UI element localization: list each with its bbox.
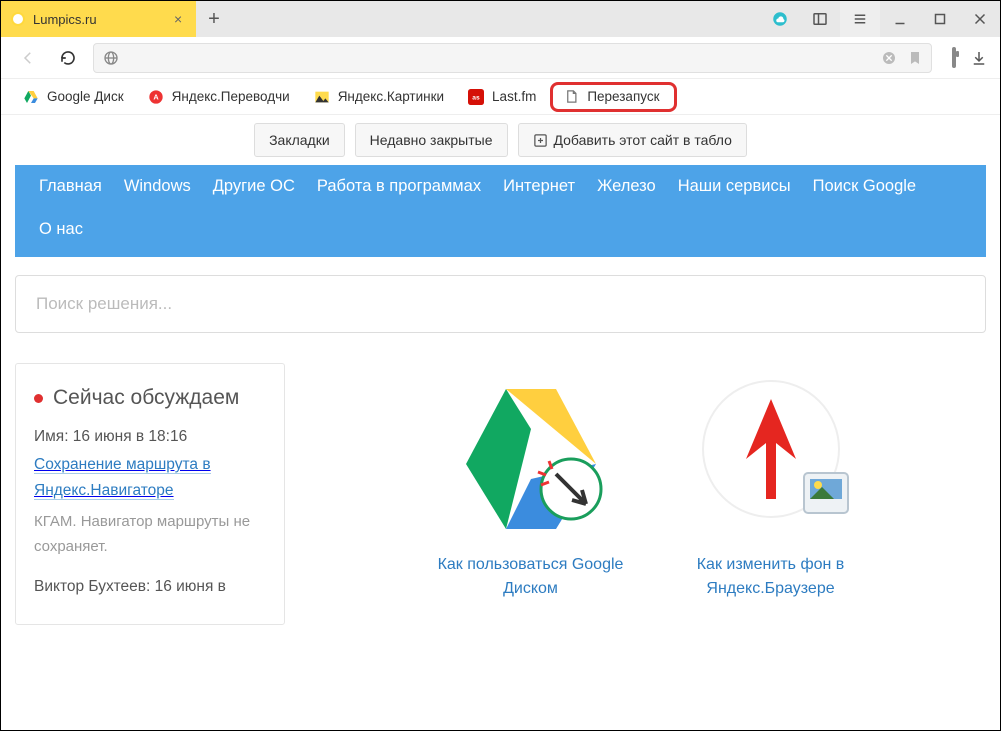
cloud-icon[interactable]	[760, 1, 800, 37]
nav-hardware[interactable]: Железо	[597, 177, 656, 196]
globe-icon	[102, 49, 120, 67]
nav-other-os[interactable]: Другие ОС	[213, 177, 295, 196]
comment-meta: Имя: 16 июня в 18:16	[34, 428, 266, 446]
tab-favicon	[11, 12, 25, 26]
article-cards: Как пользоваться Google Диском Как измен…	[315, 363, 986, 625]
titlebar: Lumpics.ru × +	[1, 1, 1000, 37]
nav-services[interactable]: Наши сервисы	[678, 177, 791, 196]
bookmarks-bar: Google Диск A Яндекс.Переводчи Яндекс.Ка…	[1, 79, 1000, 115]
comment-link[interactable]: Сохранение маршрута в Яндекс.Навигаторе	[34, 456, 211, 500]
bookmark-icon[interactable]	[907, 50, 923, 66]
bookmark-yandex-images[interactable]: Яндекс.Картинки	[304, 85, 454, 109]
recently-closed-button[interactable]: Недавно закрытые	[355, 123, 508, 157]
tab-close-icon[interactable]: ×	[174, 13, 186, 25]
bookmark-restart[interactable]: Перезапуск	[550, 82, 676, 112]
yimages-icon	[314, 89, 330, 105]
search-input[interactable]	[15, 275, 986, 333]
tab-title: Lumpics.ru	[33, 12, 166, 27]
url-box[interactable]	[93, 43, 932, 73]
bookmark-label: Last.fm	[492, 89, 536, 104]
card-title: Как изменить фон в Яндекс.Браузере	[671, 553, 871, 601]
doc-icon	[563, 89, 579, 105]
comment-body: КГАМ. Навигатор маршруты не сохраняет.	[34, 509, 266, 560]
bookmark-label: Перезапуск	[587, 89, 659, 104]
card-thumbnail	[446, 369, 616, 539]
sidebar-toggle-icon[interactable]	[800, 1, 840, 37]
lastfm-icon: as	[468, 89, 484, 105]
browser-tab[interactable]: Lumpics.ru ×	[1, 1, 196, 37]
window-close-button[interactable]	[960, 1, 1000, 37]
bookmark-google-drive[interactable]: Google Диск	[13, 85, 134, 109]
downloads-icon[interactable]	[970, 49, 988, 67]
comment-meta: Виктор Бухтеев: 16 июня в	[34, 578, 266, 596]
site-nav: Главная Windows Другие ОС Работа в прогр…	[15, 165, 986, 257]
new-tab-button[interactable]: +	[196, 1, 232, 37]
svg-text:as: as	[472, 94, 480, 101]
page-content: Главная Windows Другие ОС Работа в прогр…	[1, 165, 1000, 625]
card-thumbnail	[686, 369, 856, 539]
article-card[interactable]: Как изменить фон в Яндекс.Браузере	[671, 369, 871, 601]
svg-text:A: A	[153, 92, 159, 101]
bookmark-yandex-translate[interactable]: A Яндекс.Переводчи	[138, 85, 300, 109]
back-button[interactable]	[13, 43, 43, 73]
gdrive-icon	[23, 89, 39, 105]
battery-icon	[952, 49, 956, 67]
nav-windows[interactable]: Windows	[124, 177, 191, 196]
nav-about[interactable]: О нас	[39, 220, 83, 238]
ytranslate-icon: A	[148, 89, 164, 105]
scrollbar-track[interactable]	[982, 191, 998, 724]
add-to-tableau-button[interactable]: Добавить этот сайт в табло	[518, 123, 747, 157]
bookmarks-button[interactable]: Закладки	[254, 123, 345, 157]
live-dot-icon	[34, 394, 43, 403]
site-search	[15, 275, 986, 333]
bookmark-label: Google Диск	[47, 89, 124, 104]
nav-programs[interactable]: Работа в программах	[317, 177, 481, 196]
bookmark-lastfm[interactable]: as Last.fm	[458, 85, 546, 109]
card-title: Как пользоваться Google Диском	[431, 553, 631, 601]
secondary-toolbar: Закладки Недавно закрытые Добавить этот …	[1, 115, 1000, 165]
reload-button[interactable]	[53, 43, 83, 73]
discussion-sidebar: Сейчас обсуждаем Имя: 16 июня в 18:16 Со…	[15, 363, 285, 625]
nav-google-search[interactable]: Поиск Google	[813, 177, 917, 196]
article-card[interactable]: Как пользоваться Google Диском	[431, 369, 631, 601]
bookmark-label: Яндекс.Картинки	[338, 89, 444, 104]
menu-icon[interactable]	[840, 1, 880, 37]
window-minimize-button[interactable]	[880, 1, 920, 37]
clear-url-icon[interactable]	[881, 50, 897, 66]
window-maximize-button[interactable]	[920, 1, 960, 37]
address-bar-row	[1, 37, 1000, 79]
sidebar-heading: Сейчас обсуждаем	[34, 386, 266, 410]
nav-internet[interactable]: Интернет	[503, 177, 575, 196]
bookmark-label: Яндекс.Переводчи	[172, 89, 290, 104]
nav-home[interactable]: Главная	[39, 177, 102, 196]
